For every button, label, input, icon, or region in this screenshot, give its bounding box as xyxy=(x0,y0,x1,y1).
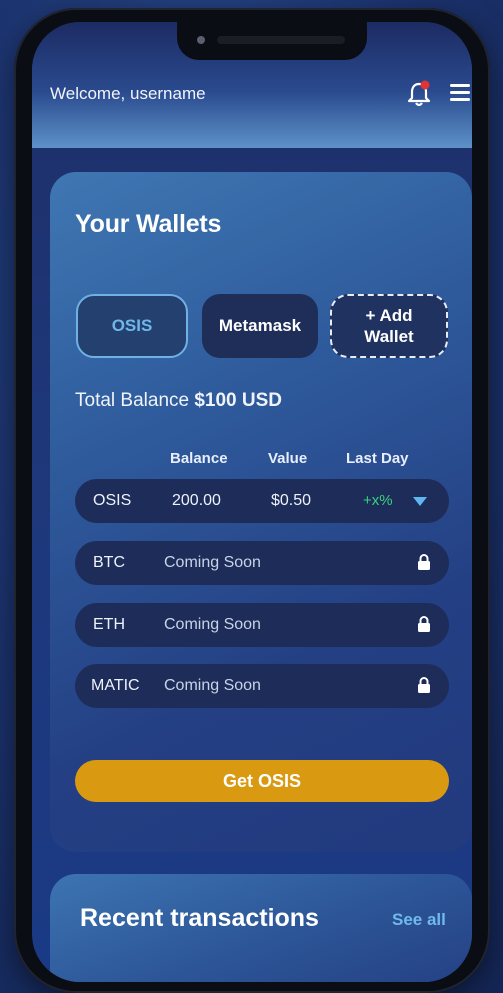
app-screen: Welcome, username Your Wallets OSIS Meta… xyxy=(32,22,472,982)
tab-metamask[interactable]: Metamask xyxy=(202,294,318,358)
coin-row-osis[interactable]: OSIS 200.00 $0.50 +x% xyxy=(75,479,449,523)
bell-icon[interactable] xyxy=(406,80,432,108)
column-header-balance: Balance xyxy=(170,450,228,467)
lock-icon xyxy=(418,554,430,570)
recent-transactions-title: Recent transactions xyxy=(80,904,319,932)
coin-name: OSIS xyxy=(93,492,132,509)
coin-row-matic: MATIC Coming Soon xyxy=(75,664,449,708)
wallets-title: Your Wallets xyxy=(75,210,222,238)
tab-osis[interactable]: OSIS xyxy=(76,294,188,358)
total-balance: Total Balance $100 USD xyxy=(75,390,282,412)
recent-transactions-card: Recent transactions See all xyxy=(50,874,472,982)
coin-change: +x% xyxy=(363,492,393,509)
see-all-link[interactable]: See all xyxy=(392,910,446,930)
welcome-text: Welcome, username xyxy=(50,84,206,103)
wallets-card: Your Wallets OSIS Metamask + Add Wallet … xyxy=(50,172,472,852)
notification-dot xyxy=(420,80,430,90)
total-balance-value: $100 USD xyxy=(194,390,283,411)
coin-name: ETH xyxy=(93,616,125,633)
total-balance-label: Total Balance xyxy=(75,390,190,411)
coin-name: BTC xyxy=(93,554,125,571)
coming-soon-text: Coming Soon xyxy=(164,554,261,571)
coming-soon-text: Coming Soon xyxy=(164,616,261,633)
coin-row-btc: BTC Coming Soon xyxy=(75,541,449,585)
coin-name: MATIC xyxy=(91,677,140,694)
coming-soon-text: Coming Soon xyxy=(164,677,261,694)
hamburger-menu-icon[interactable] xyxy=(450,84,470,102)
triangle-down-icon[interactable] xyxy=(413,497,427,506)
column-header-value: Value xyxy=(268,450,308,467)
coin-balance: 200.00 xyxy=(172,492,221,509)
lock-icon xyxy=(418,677,430,693)
add-wallet-button[interactable]: + Add Wallet xyxy=(330,294,448,358)
phone-frame: Welcome, username Your Wallets OSIS Meta… xyxy=(14,8,490,993)
column-header-last-day: Last Day xyxy=(346,450,409,467)
get-osis-button[interactable]: Get OSIS xyxy=(75,760,449,802)
coin-row-eth: ETH Coming Soon xyxy=(75,603,449,647)
coin-value: $0.50 xyxy=(271,492,312,509)
phone-notch xyxy=(177,22,367,60)
lock-icon xyxy=(418,616,430,632)
